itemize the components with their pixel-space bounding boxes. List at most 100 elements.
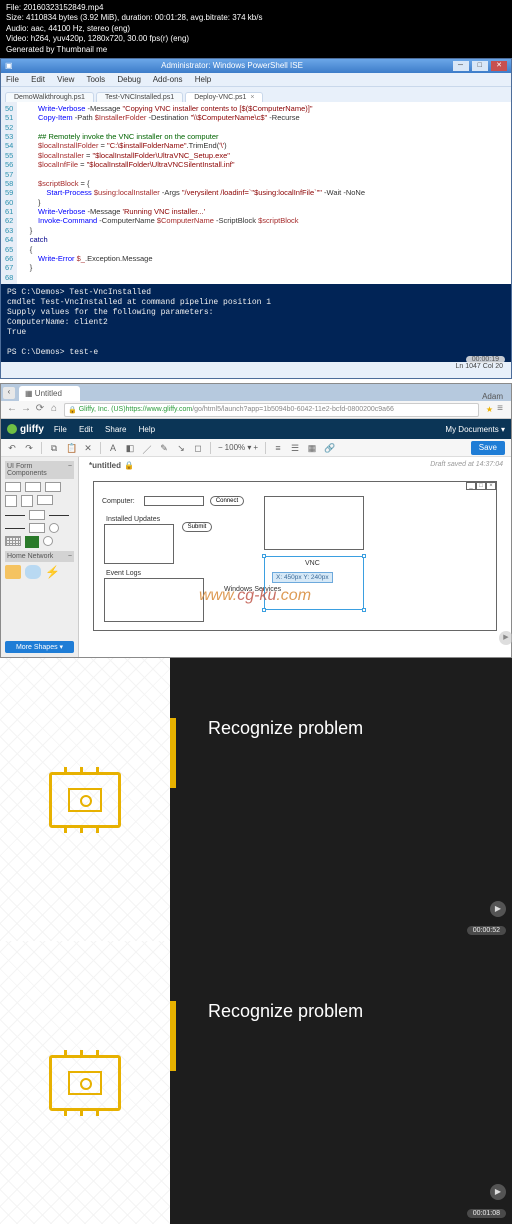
mock-connect-button[interactable]: Connect bbox=[210, 496, 244, 506]
resize-handle[interactable] bbox=[262, 608, 266, 612]
shape-circle[interactable] bbox=[49, 523, 59, 533]
nav-forward-button[interactable]: → bbox=[19, 403, 33, 417]
gl-menu-help[interactable]: Help bbox=[139, 425, 155, 434]
browser-profile[interactable]: Adam bbox=[474, 392, 511, 401]
shape-rect[interactable] bbox=[45, 482, 61, 492]
mock-computer-input[interactable] bbox=[144, 496, 204, 506]
shape-square[interactable] bbox=[21, 495, 33, 507]
mock-top-right-panel[interactable] bbox=[264, 496, 364, 550]
shape-slider[interactable] bbox=[5, 528, 25, 529]
nav-back-button[interactable]: ← bbox=[5, 403, 19, 417]
shape-line[interactable] bbox=[5, 515, 25, 516]
shape-square[interactable] bbox=[5, 495, 17, 507]
shape-progress[interactable] bbox=[29, 523, 45, 533]
minimize-button[interactable]: ─ bbox=[453, 61, 469, 71]
zoom-value[interactable]: 100% ▾ bbox=[225, 443, 252, 452]
zoom-out-icon[interactable]: − bbox=[218, 443, 223, 452]
nav-reload-button[interactable]: ⟳ bbox=[33, 403, 47, 417]
collapse-icon[interactable]: − bbox=[68, 553, 72, 560]
redo-icon[interactable]: ↷ bbox=[24, 443, 34, 453]
tab-close-icon[interactable]: × bbox=[250, 94, 254, 101]
ise-code-editor[interactable]: 50515253545556575859606162636465666768 W… bbox=[1, 102, 511, 284]
menu-addons[interactable]: Add-ons bbox=[153, 75, 183, 84]
zoom-control[interactable]: −100% ▾+ bbox=[218, 443, 258, 452]
browser-menu-icon[interactable]: ≡ bbox=[493, 403, 507, 417]
section-ui-form[interactable]: UI Form Components− bbox=[5, 461, 74, 479]
mock-vnc-panel-selected[interactable]: VNC bbox=[264, 556, 364, 610]
mock-eventlogs-panel[interactable] bbox=[104, 578, 204, 622]
shape-table[interactable] bbox=[5, 536, 21, 546]
resize-handle[interactable] bbox=[362, 554, 366, 558]
shape-bolt[interactable]: ⚡ bbox=[45, 565, 61, 579]
shape-rect[interactable] bbox=[25, 482, 41, 492]
grid-icon[interactable]: ▦ bbox=[307, 443, 317, 453]
my-documents-dropdown[interactable]: My Documents ▾ bbox=[445, 425, 505, 434]
window-title: Administrator: Windows PowerShell ISE bbox=[13, 61, 452, 70]
slide-area: Recognize problem ▶ 00:00:52 Recognize p… bbox=[0, 658, 512, 1224]
copy-icon[interactable]: ⧉ bbox=[49, 443, 59, 453]
url-origin: Gliffy, Inc. (US) bbox=[79, 406, 126, 413]
text-icon[interactable]: A bbox=[108, 443, 118, 453]
shape-panel[interactable] bbox=[25, 536, 39, 548]
save-button[interactable]: Save bbox=[471, 441, 505, 455]
tab-deployvnc[interactable]: Deploy-VNC.ps1× bbox=[185, 92, 263, 102]
menu-edit[interactable]: Edit bbox=[31, 75, 45, 84]
resize-handle[interactable] bbox=[262, 554, 266, 558]
collapse-icon[interactable]: − bbox=[68, 463, 72, 477]
menu-view[interactable]: View bbox=[57, 75, 74, 84]
bookmark-star-icon[interactable]: ★ bbox=[486, 405, 493, 414]
menu-debug[interactable]: Debug bbox=[117, 75, 141, 84]
shape-rect[interactable] bbox=[5, 482, 21, 492]
resize-handle[interactable] bbox=[362, 608, 366, 612]
link-icon[interactable]: 🔗 bbox=[324, 443, 334, 453]
connector-icon[interactable]: ↘ bbox=[176, 443, 186, 453]
pen-icon[interactable]: ✎ bbox=[159, 443, 169, 453]
shape-line[interactable] bbox=[49, 515, 69, 516]
tab-demowalkthrough[interactable]: DemoWalkthrough.ps1 bbox=[5, 92, 94, 102]
shape-monitor[interactable] bbox=[5, 565, 21, 579]
tab-testvnc[interactable]: Test-VNCInstalled.ps1 bbox=[96, 92, 183, 102]
gl-menu-edit[interactable]: Edit bbox=[79, 425, 93, 434]
mock-updates-panel[interactable] bbox=[104, 524, 174, 564]
menu-file[interactable]: File bbox=[6, 75, 19, 84]
gliffy-logo[interactable]: gliffy bbox=[7, 424, 44, 435]
play-icon[interactable]: ▶ bbox=[490, 1184, 506, 1200]
menu-help[interactable]: Help bbox=[195, 75, 211, 84]
fill-icon[interactable]: ◧ bbox=[125, 443, 135, 453]
shape-icon[interactable]: ◻ bbox=[193, 443, 203, 453]
more-shapes-button[interactable]: More Shapes ▾ bbox=[5, 641, 74, 653]
play-icon[interactable]: ▶ bbox=[490, 901, 506, 917]
shape-radio[interactable] bbox=[43, 536, 53, 546]
maximize-button[interactable]: □ bbox=[472, 61, 488, 71]
close-button[interactable]: ✕ bbox=[491, 61, 507, 71]
delete-icon[interactable]: ✕ bbox=[83, 443, 93, 453]
gl-menu-share[interactable]: Share bbox=[105, 425, 126, 434]
undo-icon[interactable]: ↶ bbox=[7, 443, 17, 453]
gl-menu-file[interactable]: File bbox=[54, 425, 67, 434]
ise-tabs: DemoWalkthrough.ps1 Test-VNCInstalled.ps… bbox=[1, 86, 511, 102]
section-home-network[interactable]: Home Network− bbox=[5, 551, 74, 562]
shape-cloud[interactable] bbox=[25, 565, 41, 579]
align-icon[interactable]: ≡ bbox=[273, 443, 283, 453]
separator bbox=[41, 442, 42, 454]
tab-prev-icon[interactable]: ‹ bbox=[3, 387, 15, 399]
mockup-window[interactable]: _□× Computer: Connect Installed Updates … bbox=[93, 481, 497, 631]
mock-submit-button[interactable]: Submit bbox=[182, 522, 212, 532]
gliffy-canvas[interactable]: *untitled🔒 Draft saved at 14:37:04 _□× C… bbox=[79, 457, 511, 657]
paste-icon[interactable]: 📋 bbox=[66, 443, 76, 453]
line-icon[interactable]: ／ bbox=[142, 443, 152, 453]
shape-rect[interactable] bbox=[37, 495, 53, 505]
shape-button[interactable] bbox=[29, 510, 45, 520]
address-bar[interactable]: 🔒 Gliffy, Inc. (US) https://www.gliffy.c… bbox=[64, 403, 479, 417]
zoom-in-icon[interactable]: + bbox=[253, 443, 258, 452]
browser-tab-untitled[interactable]: ▦ Untitled bbox=[19, 386, 80, 401]
lock-icon: 🔒 bbox=[124, 461, 134, 470]
layers-icon[interactable]: ☰ bbox=[290, 443, 300, 453]
nav-home-button[interactable]: ⌂ bbox=[47, 403, 61, 417]
play-icon[interactable]: ▶ bbox=[499, 631, 512, 645]
gliffy-body: UI Form Components− Home Network− ⚡ More… bbox=[1, 457, 511, 657]
ise-console[interactable]: PS C:\Demos> Test-VncInstalled cmdlet Te… bbox=[1, 284, 511, 362]
ise-titlebar[interactable]: ▣ Administrator: Windows PowerShell ISE … bbox=[1, 59, 511, 73]
source-code[interactable]: Write-Verbose -Message "Copying VNC inst… bbox=[17, 102, 369, 284]
menu-tools[interactable]: Tools bbox=[86, 75, 105, 84]
